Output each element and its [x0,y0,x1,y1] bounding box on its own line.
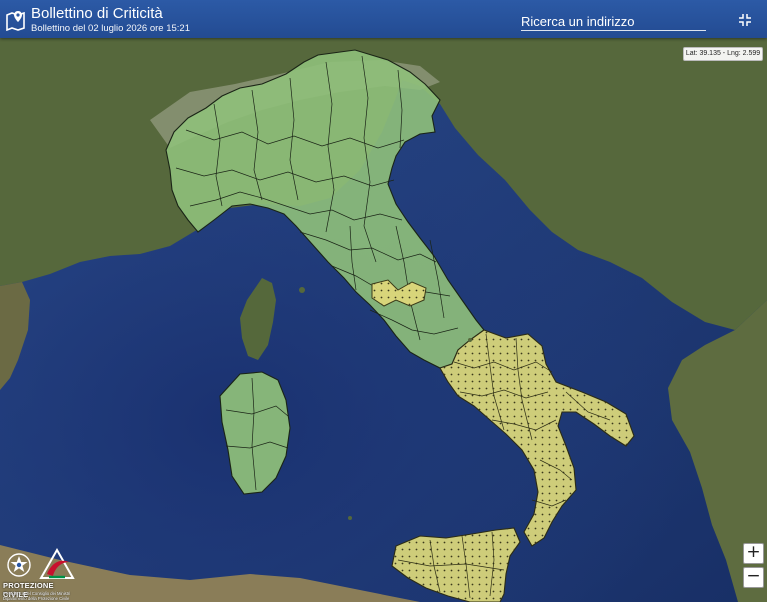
map-marker-icon [6,11,25,31]
page-title: Bollettino di Criticità [31,5,163,22]
address-search-input[interactable]: Ricerca un indirizzo [521,14,706,31]
org-subtitle-2: Dipartimento della Protezione Civile [3,596,70,601]
island [348,516,352,520]
app-header: Bollettino di Criticità Bollettino del 0… [0,0,767,38]
protezione-civile-mark-icon [39,548,75,579]
map-view[interactable] [0,0,767,602]
zoom-in-button[interactable]: + [743,543,764,564]
protezione-civile-logo: PROTEZIONE CIVILE Presidenza del Consigl… [3,548,81,602]
zoom-out-button[interactable]: − [743,567,764,588]
fullscreen-exit-icon[interactable] [738,13,752,27]
republic-emblem-icon [7,553,31,577]
coordinates-readout: Lat: 39.135 - Lng: 2.599 [683,47,763,61]
island [468,338,472,342]
bulletin-date: Bollettino del 02 luglio 2026 ore 15:21 [31,23,190,34]
search-placeholder: Ricerca un indirizzo [521,14,635,29]
island [299,287,305,293]
